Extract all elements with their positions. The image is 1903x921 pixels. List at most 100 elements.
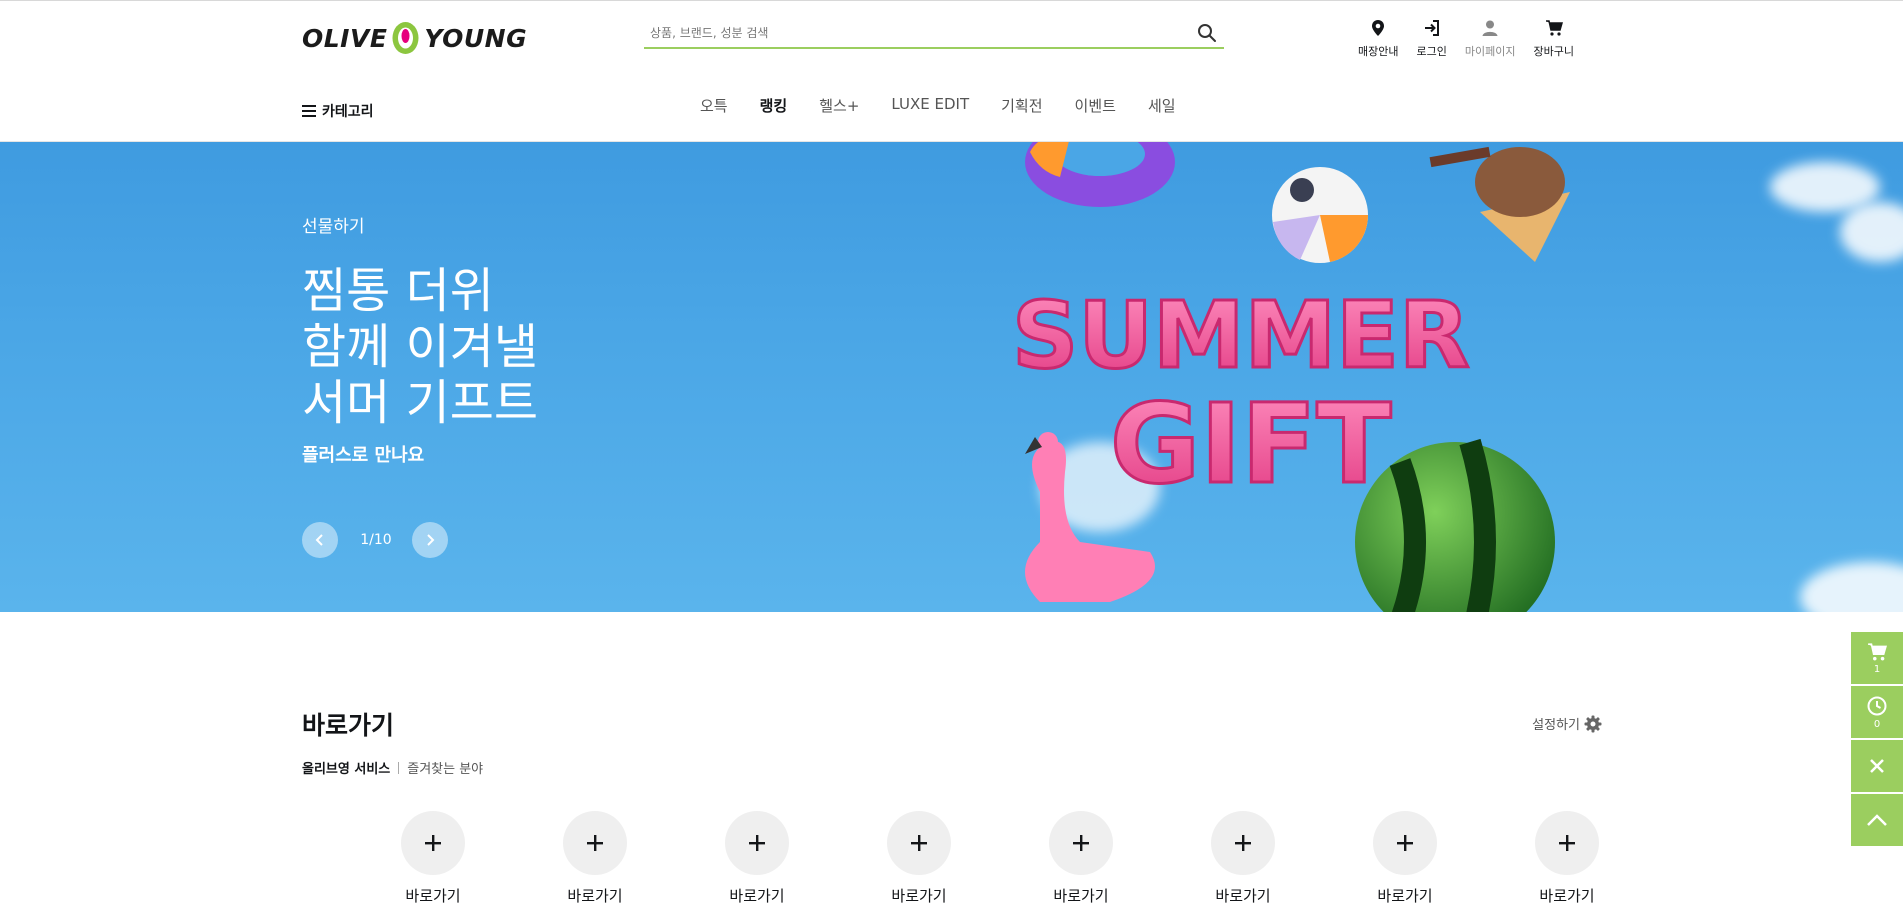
banner-prev-button[interactable] bbox=[302, 522, 338, 558]
search-input[interactable] bbox=[644, 19, 1184, 47]
shortcut-add-button[interactable]: 바로가기 bbox=[1000, 811, 1162, 906]
cart-button[interactable]: 장바구니 bbox=[1533, 19, 1574, 59]
shortcut-circle bbox=[1211, 811, 1275, 875]
nav-item-event[interactable]: 이벤트 bbox=[1075, 95, 1116, 116]
nav-item-sale[interactable]: 세일 bbox=[1148, 95, 1176, 116]
tab-divider bbox=[398, 761, 400, 774]
category-label: 카테고리 bbox=[322, 104, 374, 120]
tab-olive-young-service[interactable]: 올리브영 서비스 bbox=[302, 758, 390, 777]
ice-cream-icon bbox=[1429, 146, 1570, 262]
banner-next-button[interactable] bbox=[412, 522, 448, 558]
main-banner[interactable]: 선물하기 찜통 더위 함께 이겨낼 서머 기프트 플러스로 만나요 1/10 S… bbox=[0, 142, 1903, 612]
nav-item-planning[interactable]: 기획전 bbox=[1001, 95, 1042, 116]
logo-text-right: YOUNG bbox=[424, 23, 528, 53]
main-nav: 오특 랭킹 헬스+ LUXE EDIT 기획전 이벤트 세일 bbox=[700, 95, 1208, 116]
shortcut-add-button[interactable]: 바로가기 bbox=[1324, 811, 1486, 906]
chevron-up-icon bbox=[1867, 814, 1887, 826]
banner-title: 찜통 더위 함께 이겨낼 서머 기프트 bbox=[302, 263, 538, 431]
shortcut-circle bbox=[725, 811, 789, 875]
map-pin-icon bbox=[1372, 20, 1385, 36]
shortcut-circle bbox=[1373, 811, 1437, 875]
nav-item-health[interactable]: 헬스+ bbox=[819, 95, 859, 116]
shortcut-list: 바로가기 바로가기 바로가기 바로가기 바로가기 바로가기 바로가기 바로가기 bbox=[352, 811, 1648, 906]
section-title: 바로가기 bbox=[302, 711, 395, 740]
plus-icon bbox=[1235, 835, 1251, 851]
chevron-left-icon bbox=[315, 534, 323, 546]
banner-title-line: 찜통 더위 bbox=[302, 263, 494, 319]
banner-controls: 1/10 bbox=[302, 522, 448, 558]
plus-icon bbox=[1073, 835, 1089, 851]
shortcut-label: 바로가기 bbox=[1053, 887, 1109, 905]
cloud-decoration bbox=[1800, 562, 1903, 612]
utility-menu: 매장안내 로그인 마이페이지 장바구니 bbox=[1358, 19, 1592, 59]
quick-links-section: 바로가기 올리브영 서비스 즐겨찾는 분야 설정하기 바로가기 바로가기 바로가… bbox=[302, 706, 1602, 905]
cart-label: 장바구니 bbox=[1533, 45, 1574, 58]
side-close-button[interactable] bbox=[1851, 740, 1903, 792]
logo-text-left: OLIVE bbox=[302, 23, 388, 53]
shortcut-add-button[interactable]: 바로가기 bbox=[1486, 811, 1648, 906]
shortcut-circle bbox=[887, 811, 951, 875]
mypage-button[interactable]: 마이페이지 bbox=[1464, 19, 1516, 59]
plus-icon bbox=[425, 835, 441, 851]
banner-kicker: 선물하기 bbox=[302, 217, 365, 237]
login-button[interactable]: 로그인 bbox=[1416, 19, 1447, 59]
search-bar bbox=[644, 19, 1224, 49]
shortcut-add-button[interactable]: 바로가기 bbox=[838, 811, 1000, 906]
shortcut-label: 바로가기 bbox=[405, 887, 461, 905]
quick-tabs: 올리브영 서비스 즐겨찾는 분야 bbox=[302, 758, 1602, 777]
nav-item-luxe-edit[interactable]: LUXE EDIT bbox=[891, 95, 969, 116]
header: OLIVE YOUNG 매장안내 bbox=[0, 1, 1903, 142]
login-label: 로그인 bbox=[1416, 45, 1447, 58]
shortcut-add-button[interactable]: 바로가기 bbox=[676, 811, 838, 906]
nav-item-otuk[interactable]: 오특 bbox=[700, 95, 728, 116]
shortcut-label: 바로가기 bbox=[1215, 887, 1271, 905]
store-locator-label: 매장안내 bbox=[1358, 45, 1399, 58]
floating-quick-bar: 1 0 bbox=[1851, 632, 1903, 848]
shortcut-label: 바로가기 bbox=[1377, 887, 1433, 905]
logo[interactable]: OLIVE YOUNG bbox=[302, 20, 527, 56]
shortcut-add-button[interactable]: 바로가기 bbox=[514, 811, 676, 906]
mypage-label: 마이페이지 bbox=[1464, 45, 1516, 58]
clock-icon bbox=[1867, 696, 1887, 715]
scroll-top-button[interactable] bbox=[1851, 794, 1903, 846]
settings-button[interactable]: 설정하기 bbox=[1532, 714, 1602, 733]
art-text-gift: GIFT bbox=[1110, 380, 1391, 508]
gear-icon bbox=[1584, 715, 1602, 732]
search-icon[interactable] bbox=[1196, 22, 1218, 44]
nav-item-ranking[interactable]: 랭킹 bbox=[760, 95, 788, 116]
banner-title-line: 서머 기프트 bbox=[302, 375, 539, 431]
shortcut-label: 바로가기 bbox=[729, 887, 785, 905]
cart-icon bbox=[1545, 20, 1563, 36]
plus-icon bbox=[749, 835, 765, 851]
shortcut-label: 바로가기 bbox=[567, 887, 623, 905]
side-recent-button[interactable]: 0 bbox=[1851, 686, 1903, 738]
art-text-summer: SUMMER bbox=[1012, 282, 1470, 389]
chevron-right-icon bbox=[427, 534, 435, 546]
plus-icon bbox=[1559, 835, 1575, 851]
swim-ring-icon bbox=[1025, 142, 1175, 207]
plus-icon bbox=[587, 835, 603, 851]
plus-icon bbox=[1397, 835, 1413, 851]
side-recent-count: 0 bbox=[1873, 718, 1881, 730]
shortcut-circle bbox=[563, 811, 627, 875]
shortcut-circle bbox=[1049, 811, 1113, 875]
shortcut-add-button[interactable]: 바로가기 bbox=[1162, 811, 1324, 906]
logo-o-icon bbox=[392, 22, 419, 54]
shortcut-circle bbox=[1535, 811, 1599, 875]
side-cart-count: 1 bbox=[1873, 663, 1881, 675]
shortcut-circle bbox=[401, 811, 465, 875]
login-icon bbox=[1424, 20, 1439, 36]
cloud-decoration bbox=[1840, 202, 1903, 262]
banner-title-line: 함께 이겨낼 bbox=[302, 319, 539, 375]
tab-favorites[interactable]: 즐겨찾는 분야 bbox=[407, 758, 483, 777]
cart-icon bbox=[1868, 642, 1887, 660]
page: OLIVE YOUNG 매장안내 bbox=[0, 0, 1903, 921]
store-locator-button[interactable]: 매장안내 bbox=[1358, 19, 1398, 59]
shortcut-add-button[interactable]: 바로가기 bbox=[352, 811, 514, 906]
beach-ball-icon bbox=[1272, 167, 1368, 263]
summer-gift-artwork: SUMMER GIFT bbox=[1011, 142, 1570, 612]
category-menu-button[interactable]: 카테고리 bbox=[302, 101, 374, 121]
side-cart-button[interactable]: 1 bbox=[1851, 632, 1903, 684]
shortcut-label: 바로가기 bbox=[891, 887, 947, 905]
banner-pager: 1/10 bbox=[360, 532, 392, 548]
